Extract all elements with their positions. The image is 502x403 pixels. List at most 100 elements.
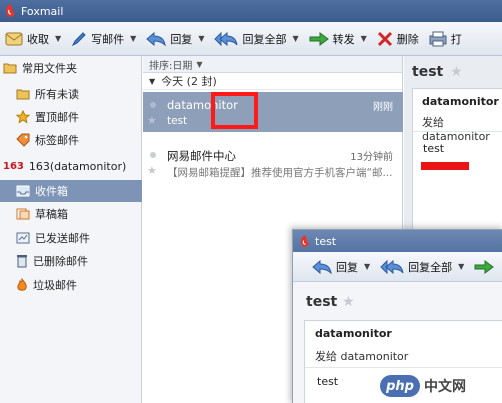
chevron-down-icon[interactable]: ▼ (130, 34, 136, 43)
trash-icon (17, 255, 27, 268)
reading-from: datamonitor (422, 95, 499, 108)
reply-label: 回复 (336, 260, 358, 274)
flame-icon (17, 278, 27, 291)
chevron-down-icon: ▼ (196, 59, 203, 69)
star-icon[interactable]: ★ (147, 114, 157, 127)
reply-all-button[interactable]: 回复全部 ▼ (211, 26, 301, 52)
star-icon[interactable]: ★ (450, 64, 463, 80)
read-status-icon[interactable] (150, 102, 156, 108)
message-to: 发给 datamonitor (315, 350, 409, 363)
reading-to: 发给 datamonitor (422, 116, 490, 143)
main-toolbar: 收取 ▼ 写邮件 ▼ 回复 ▼ 回复全部 ▼ 转发 ▼ 删除 打 (0, 22, 502, 56)
reply-button[interactable]: 回复 ▼ (143, 26, 207, 52)
reply-all-icon (380, 259, 404, 274)
tag-icon (16, 133, 30, 147)
chevron-down-icon[interactable]: ▼ (55, 34, 61, 43)
sidebar-section-label: 常用文件夹 (22, 62, 77, 75)
sidebar-section-common[interactable]: 常用文件夹 (0, 57, 142, 79)
reply-icon (312, 259, 332, 274)
message-window-toolbar: 回复 ▼ 回复全部 ▼ (293, 252, 502, 282)
sent-icon (16, 232, 30, 244)
reply-all-icon (214, 31, 238, 46)
sidebar-item-label: 收件箱 (35, 185, 68, 198)
draft-icon (16, 208, 30, 220)
compose-button[interactable]: 写邮件 ▼ (68, 26, 139, 52)
mail-sender: 网易邮件中心 (167, 149, 236, 163)
mail-list-item[interactable]: ★ 网易邮件中心 13分钟前 【网易邮箱提醒】推荐使用官方手机客户端“邮... (143, 142, 403, 182)
group-header-today[interactable]: ▼ 今天 (2 封) (143, 73, 402, 90)
chevron-down-icon[interactable]: ▼ (364, 262, 370, 271)
receive-button[interactable]: 收取 ▼ (2, 26, 64, 52)
mail-time: 刚刚 (373, 102, 393, 113)
sidebar-item-label: 置顶邮件 (35, 111, 79, 124)
forward-button[interactable]: 转发 ▼ (306, 26, 370, 52)
sidebar-item-sent[interactable]: 已发送邮件 (0, 227, 142, 249)
163-logo-icon: 163 (3, 160, 24, 172)
reading-subject: test ★ (412, 64, 463, 80)
receive-label: 收取 (27, 32, 49, 46)
sidebar-item-label: 已删除邮件 (33, 255, 88, 268)
star-icon[interactable]: ★ (147, 164, 157, 177)
sort-label: 排序:日期 (149, 60, 193, 72)
pen-icon (72, 31, 86, 46)
sidebar-item-label: 所有未读 (35, 88, 79, 101)
inbox-tray-icon (16, 185, 30, 197)
watermark: php 中文网 (380, 373, 502, 399)
title-bar: Foxmail (0, 0, 502, 22)
star-icon[interactable]: ★ (342, 294, 355, 310)
reply-all-label: 回复全部 (408, 260, 453, 274)
message-window-title-bar[interactable]: test (293, 230, 502, 252)
redaction-bar (421, 162, 469, 170)
reading-body: test (423, 142, 445, 155)
star-icon (16, 110, 30, 124)
sidebar-item-inbox[interactable]: 收件箱 (0, 180, 142, 202)
divider (413, 131, 502, 132)
sidebar-item-label: 草稿箱 (35, 208, 68, 221)
reply-all-button[interactable]: 回复全部 ▼ (377, 254, 467, 280)
message-subject-text: test (306, 294, 338, 310)
reply-button[interactable]: 回复 ▼ (309, 254, 373, 280)
highlight-annotation (211, 92, 258, 129)
sidebar-item-label: 垃圾邮件 (33, 279, 77, 292)
mail-subject: test (167, 115, 188, 127)
mail-list-item[interactable]: ★ datamonitor 刚刚 test (143, 92, 403, 132)
chevron-down-icon[interactable]: ▼ (458, 262, 464, 271)
forward-arrow-icon (474, 259, 495, 274)
chevron-down-icon[interactable]: ▼ (198, 34, 204, 43)
compose-label: 写邮件 (91, 32, 125, 46)
reply-label: 回复 (170, 32, 193, 46)
foxmail-logo-icon (6, 4, 15, 17)
sidebar-item-junk[interactable]: 垃圾邮件 (0, 274, 142, 296)
folder-icon (3, 63, 17, 74)
sidebar-item-drafts[interactable]: 草稿箱 (0, 203, 142, 225)
chevron-down-icon[interactable]: ▼ (292, 34, 298, 43)
chevron-down-icon[interactable]: ▼ (361, 34, 367, 43)
mail-time: 13分钟前 (350, 152, 393, 163)
forward-label: 转发 (332, 32, 355, 46)
reply-all-label: 回复全部 (242, 32, 287, 46)
sidebar-item-label: 已发送邮件 (35, 232, 90, 245)
sidebar-item-deleted[interactable]: 已删除邮件 (0, 250, 142, 272)
php-logo: php (380, 375, 420, 397)
delete-button[interactable]: 删除 (374, 26, 422, 52)
forward-button[interactable] (471, 254, 501, 280)
sidebar-item-tagged[interactable]: 标签邮件 (0, 129, 142, 151)
mail-subject: 【网易邮箱提醒】推荐使用官方手机客户端“邮... (167, 167, 393, 179)
account-label: 163(datamonitor) (28, 159, 127, 173)
printer-icon (429, 31, 447, 46)
sidebar-account-163[interactable]: 163 163(datamonitor) (0, 155, 142, 177)
collapse-triangle-icon: ▼ (149, 76, 156, 86)
forward-arrow-icon (309, 31, 329, 46)
sidebar-item-starred[interactable]: 置顶邮件 (0, 106, 142, 128)
read-status-icon[interactable] (150, 152, 156, 158)
delete-label: 删除 (396, 32, 419, 46)
envelope-icon (5, 32, 23, 45)
delete-x-icon (377, 31, 392, 46)
sort-bar[interactable]: 排序:日期 ▼ (143, 56, 402, 73)
group-label: 今天 (2 封) (161, 75, 217, 88)
print-label: 打 (450, 32, 462, 46)
window-title: Foxmail (21, 4, 64, 18)
print-button[interactable]: 打 (426, 26, 465, 52)
message-from: datamonitor (315, 327, 392, 340)
sidebar-item-all-unread[interactable]: 所有未读 (0, 83, 142, 105)
